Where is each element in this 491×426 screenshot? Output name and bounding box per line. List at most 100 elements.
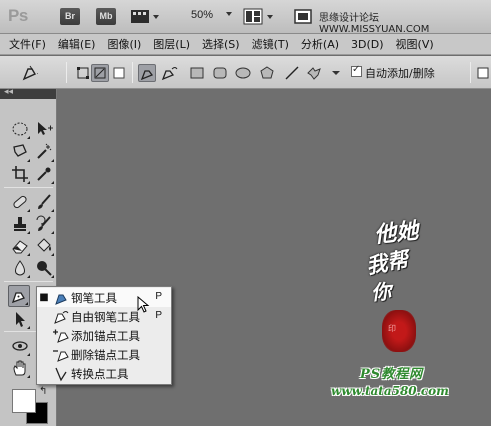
calligraphy-line-3: 你 (370, 279, 393, 305)
flyout-item-label: 添加锚点工具 (71, 328, 140, 343)
delete-anchor-point-icon (51, 347, 71, 363)
freeform-pen-icon (51, 309, 71, 325)
flyout-item-label: 自由钢笔工具 (71, 309, 140, 324)
tool-separator (4, 187, 53, 188)
shortcut-key: P (155, 310, 162, 321)
ellipse-option[interactable] (234, 64, 252, 82)
mini-bridge-button[interactable]: Mb (96, 8, 116, 25)
dodge-tool[interactable] (33, 257, 55, 279)
brush-tool[interactable] (33, 191, 55, 213)
menu-bar: 文件(F) 编辑(E) 图像(I) 图层(L) 选择(S) 滤镜(T) 分析(A… (0, 34, 491, 55)
calligraphy-line-1: 他她 (372, 217, 420, 249)
separator (66, 62, 67, 83)
arrange-grid-icon (243, 8, 273, 25)
eyedropper-tool[interactable] (33, 163, 55, 185)
flyout-item-delete-anchor[interactable]: 删除锚点工具 (37, 345, 171, 364)
tools-panel-header[interactable]: ◂◂ (0, 87, 56, 99)
separator (470, 62, 471, 83)
flyout-item-add-anchor[interactable]: 添加锚点工具 (37, 326, 171, 345)
mouse-cursor-icon (137, 296, 150, 313)
zoom-dropdown-icon[interactable] (226, 12, 232, 16)
menu-view[interactable]: 视图(V) (390, 36, 440, 52)
swap-colors-icon[interactable]: ↰ (39, 386, 47, 397)
path-combine-option[interactable] (474, 64, 491, 82)
pen-tools-flyout: ■ 钢笔工具 P 自由钢笔工具 P 添加锚点工具 删除锚点工具 转换点工具 (36, 286, 172, 385)
menu-select[interactable]: 选择(S) (196, 36, 246, 52)
history-brush-tool[interactable] (33, 213, 55, 235)
tool-separator (4, 281, 53, 282)
screen-mode-button[interactable] (294, 8, 316, 25)
separator (132, 62, 133, 83)
geometry-options-dropdown[interactable] (327, 64, 345, 82)
application-bar: Ps Br Mb 50% 思缘设计论坛 WWW.MISSYUAN.COM (0, 0, 491, 35)
menu-analysis[interactable]: 分析(A) (295, 36, 345, 52)
bridge-button[interactable]: Br (60, 8, 80, 25)
photoshop-logo: Ps (8, 6, 28, 25)
menu-filter[interactable]: 滤镜(T) (246, 36, 295, 52)
menu-layer[interactable]: 图层(L) (147, 36, 196, 52)
pen-icon (140, 70, 154, 81)
ellipse-icon (235, 67, 251, 79)
line-icon (285, 66, 299, 80)
rounded-rectangle-icon (213, 67, 227, 79)
rounded-rectangle-option[interactable] (211, 64, 229, 82)
auto-add-delete-checkbox[interactable] (351, 64, 362, 77)
rectangle-icon (190, 67, 204, 79)
line-option[interactable] (283, 64, 301, 82)
pen-icon (51, 290, 71, 306)
watermark-title: PS教程网 (360, 367, 424, 382)
custom-shape-icon (307, 67, 321, 80)
polygon-icon (260, 66, 274, 79)
menu-image[interactable]: 图像(I) (101, 36, 147, 52)
seal-text: 印 (388, 324, 396, 333)
blur-tool[interactable] (9, 257, 31, 279)
move-arrow-icon (38, 122, 53, 135)
screen-mode-icon (294, 9, 312, 24)
hand-tool[interactable] (9, 357, 31, 379)
3d-rotate-tool[interactable] (9, 335, 31, 357)
shortcut-key: P (155, 291, 162, 302)
flyout-item-label: 钢笔工具 (71, 290, 117, 305)
options-bar: 自动添加/删除 (0, 56, 491, 89)
flyout-item-convert-point[interactable]: 转换点工具 (37, 364, 171, 383)
add-anchor-point-icon (51, 328, 71, 344)
polygon-option[interactable] (258, 64, 276, 82)
magic-wand-tool[interactable] (33, 141, 55, 163)
foreground-color-swatch[interactable] (12, 389, 36, 413)
eraser-tool[interactable] (9, 235, 31, 257)
shape-layers-mode[interactable] (74, 64, 92, 82)
clone-stamp-tool[interactable] (9, 213, 31, 235)
site-title: 思缘设计论坛 WWW.MISSYUAN.COM (319, 13, 430, 35)
crop-tool[interactable] (9, 163, 31, 185)
path-selection-tool[interactable] (9, 308, 31, 330)
tool-preset-picker[interactable] (20, 64, 38, 82)
film-strip-icon (131, 10, 159, 23)
fill-pixels-mode[interactable] (110, 64, 128, 82)
menu-3d[interactable]: 3D(D) (345, 38, 390, 51)
lasso-tool[interactable] (9, 141, 31, 163)
marquee-tool[interactable] (9, 118, 31, 140)
watermark-url: www.tata580.com (331, 384, 449, 398)
view-extras-button[interactable] (130, 8, 160, 25)
move-tool[interactable] (33, 118, 55, 140)
pen-tool-option[interactable] (138, 64, 156, 82)
shape-layers-icon (77, 67, 89, 79)
chevron-down-icon (332, 71, 340, 75)
collapse-panel-icon[interactable]: ◂◂ (4, 87, 13, 97)
paths-icon (94, 67, 106, 79)
menu-edit[interactable]: 编辑(E) (52, 36, 102, 52)
pen-tool-icon (22, 65, 38, 81)
flyout-item-label: 删除锚点工具 (71, 347, 140, 362)
zoom-level[interactable]: 50% (191, 9, 213, 21)
auto-add-delete-label: 自动添加/删除 (365, 67, 435, 80)
pen-tool[interactable] (8, 285, 30, 307)
custom-shape-option[interactable] (305, 64, 323, 82)
menu-file[interactable]: 文件(F) (0, 36, 52, 52)
arrange-documents-button[interactable] (243, 8, 275, 25)
spot-healing-tool[interactable] (9, 191, 31, 213)
freeform-pen-option[interactable] (160, 64, 178, 82)
rectangle-shape-option[interactable] (188, 64, 206, 82)
paint-bucket-tool[interactable] (33, 235, 55, 257)
current-tool-bullet-icon: ■ (39, 292, 49, 303)
paths-mode[interactable] (91, 64, 109, 82)
